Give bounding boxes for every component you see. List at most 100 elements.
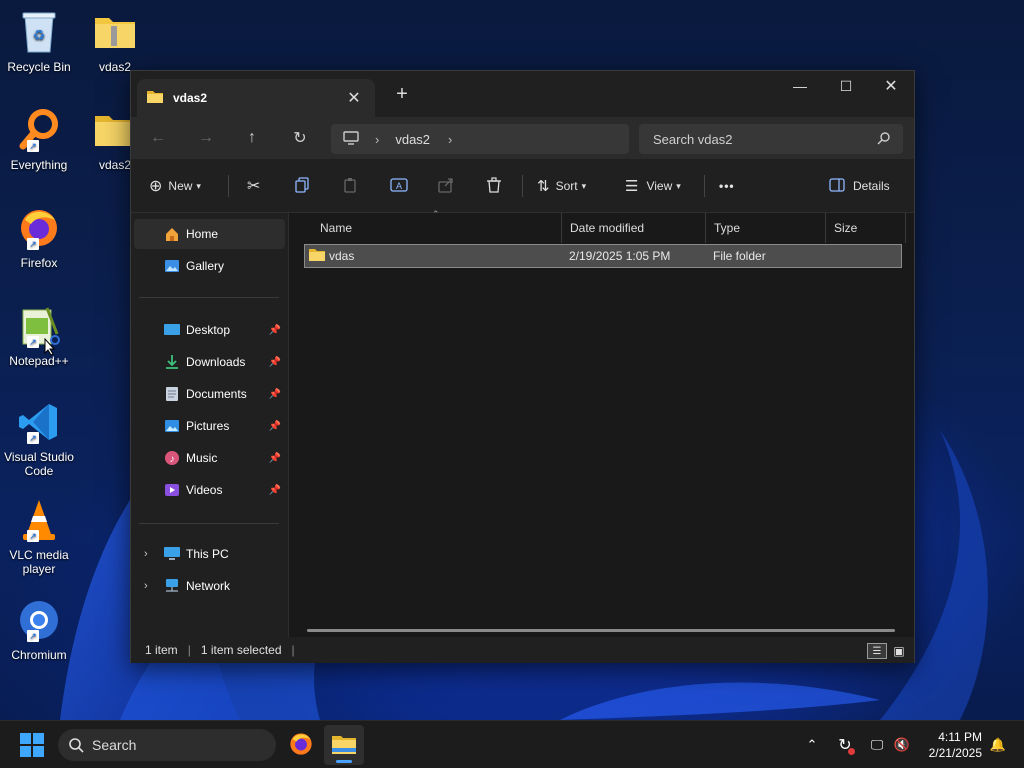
pictures-icon [164,418,180,434]
divider: | [291,643,295,657]
nav-item-gallery[interactable]: Gallery [134,251,285,281]
desktop-icon-firefox[interactable]: ↗ Firefox [2,204,76,270]
minimize-button[interactable]: — [777,71,823,101]
paste-button[interactable] [342,173,358,199]
chevron-right-icon[interactable]: › [144,548,148,560]
column-name[interactable]: Name [312,213,562,243]
nav-item-downloads[interactable]: Downloads 📌 [134,347,285,377]
network-status-button[interactable]: 🖵 [865,733,889,757]
maximize-button[interactable]: ☐ [823,71,869,101]
search-box[interactable]: Search vdas2 [639,124,903,154]
file-row[interactable]: vdas 2/19/2025 1:05 PM File folder [304,244,902,268]
breadcrumb-chevron-icon[interactable]: › [448,132,452,147]
nav-item-network[interactable]: › Network [134,571,285,601]
nav-item-documents[interactable]: Documents 📌 [134,379,285,409]
pin-icon: 📌 [268,388,281,400]
rename-button[interactable]: A [390,173,408,199]
nav-item-music[interactable]: ♪ Music 📌 [134,443,285,473]
sync-status-button[interactable]: ↻ [833,733,857,757]
view-button[interactable]: ☰ View ▾ [625,173,681,199]
horizontal-scrollbar[interactable] [307,629,895,632]
column-date-modified[interactable]: Date modified [562,213,706,243]
file-explorer-window: vdas2 ✕ + — ☐ ✕ ← → ↑ ↻ › vdas2 › Search… [130,70,915,663]
file-list: ⌃ Name Date modified Type Size vdas 2/19… [290,209,914,637]
back-button[interactable]: ← [143,125,173,151]
start-button[interactable] [20,733,44,760]
desktop-icon-notepadpp[interactable]: ↗ Notepad++ [2,302,76,368]
network-icon [164,578,180,594]
up-button[interactable]: ↑ [237,125,267,151]
arrow-right-icon: → [198,129,214,146]
active-indicator [336,760,352,763]
chevron-right-icon[interactable]: › [144,580,148,592]
clock[interactable]: 4:11 PM 2/21/2025 [912,729,982,761]
shortcut-arrow-icon: ↗ [27,630,39,642]
chromium-icon: ↗ [15,596,63,644]
zip-folder-icon [91,8,139,56]
breadcrumb-vdas2[interactable]: vdas2 [395,132,430,147]
show-hidden-icons-button[interactable]: ⌃ [800,733,824,757]
svg-text:A: A [396,181,402,191]
nav-label: This PC [186,547,229,561]
close-tab-icon[interactable]: ✕ [345,88,363,108]
view-label: View [646,179,673,193]
selection-count: 1 item selected [200,643,282,657]
nav-item-desktop[interactable]: Desktop 📌 [134,315,285,345]
new-button[interactable]: ⊕ New ▾ [149,173,201,199]
mouse-cursor-icon [44,338,56,356]
tab-vdas2[interactable]: vdas2 ✕ [137,79,375,117]
details-view-button[interactable]: ☰ [867,643,887,659]
status-bar: 1 item | 1 item selected | ☰ ▣ [131,637,914,663]
desktop-icon-vlc[interactable]: ↗ VLC media player [2,496,76,576]
details-pane-button[interactable]: Details [829,173,890,199]
refresh-button[interactable]: ↻ [285,125,315,151]
taskbar: Search ⌃ ↻ 🖵 🔇 4:11 PM 2/21/2025 🔔 [0,720,1024,768]
desktop-icon-label: Visual Studio Code [4,450,74,478]
desktop-icon-everything[interactable]: ↗ Everything [2,106,76,172]
close-window-button[interactable]: ✕ [868,71,914,101]
new-tab-button[interactable]: + [391,83,413,106]
svg-text:♪: ♪ [170,454,175,465]
shortcut-arrow-icon: ↗ [27,432,39,444]
forward-button[interactable]: → [191,125,221,151]
scissors-icon: ✂ [247,178,261,195]
arrow-up-icon: ↑ [248,129,256,146]
speaker-muted-icon: 🔇 [893,737,911,752]
more-options-button[interactable]: ••• [719,173,735,199]
item-count: 1 item [145,643,178,657]
nav-item-home[interactable]: Home [134,219,285,249]
desktop-icon-vdas2-zip[interactable]: vdas2 [78,8,152,74]
column-type[interactable]: Type [706,213,826,243]
file-explorer-icon [332,736,356,754]
svg-text:♻: ♻ [33,27,46,43]
copy-button[interactable] [294,173,310,199]
column-size[interactable]: Size [826,213,906,243]
desktop-icon-recycle-bin[interactable]: ♻ Recycle Bin [2,8,76,74]
nav-label: Videos [186,483,223,497]
taskbar-search[interactable]: Search [58,729,276,761]
nav-item-pictures[interactable]: Pictures 📌 [134,411,285,441]
firefox-icon [290,733,312,755]
sort-button[interactable]: ⇅ Sort ▾ [537,173,586,199]
taskbar-firefox[interactable] [288,731,314,760]
pin-icon: 📌 [268,324,281,336]
copy-icon [294,176,310,196]
tiles-view-button[interactable]: ▣ [891,643,907,659]
delete-button[interactable] [486,173,502,199]
cut-button[interactable]: ✂ [247,173,260,199]
desktop-icon-chromium[interactable]: ↗ Chromium [2,596,76,662]
taskbar-file-explorer[interactable] [324,725,364,765]
volume-button[interactable]: 🔇 [890,733,914,757]
nav-item-videos[interactable]: Videos 📌 [134,475,285,505]
divider: | [187,643,191,657]
nav-label: Downloads [186,355,246,369]
everything-search-icon: ↗ [15,106,63,154]
address-bar[interactable]: › vdas2 › [331,124,629,154]
details-pane-icon [829,177,845,195]
notifications-button[interactable]: 🔔 [986,733,1010,757]
desktop-icon-vscode[interactable]: ↗ Visual Studio Code [2,398,76,478]
details-view-icon: ☰ [872,645,882,657]
share-button[interactable] [438,173,454,199]
nav-item-this-pc[interactable]: › This PC [134,539,285,569]
clock-time: 4:11 PM [938,730,982,744]
